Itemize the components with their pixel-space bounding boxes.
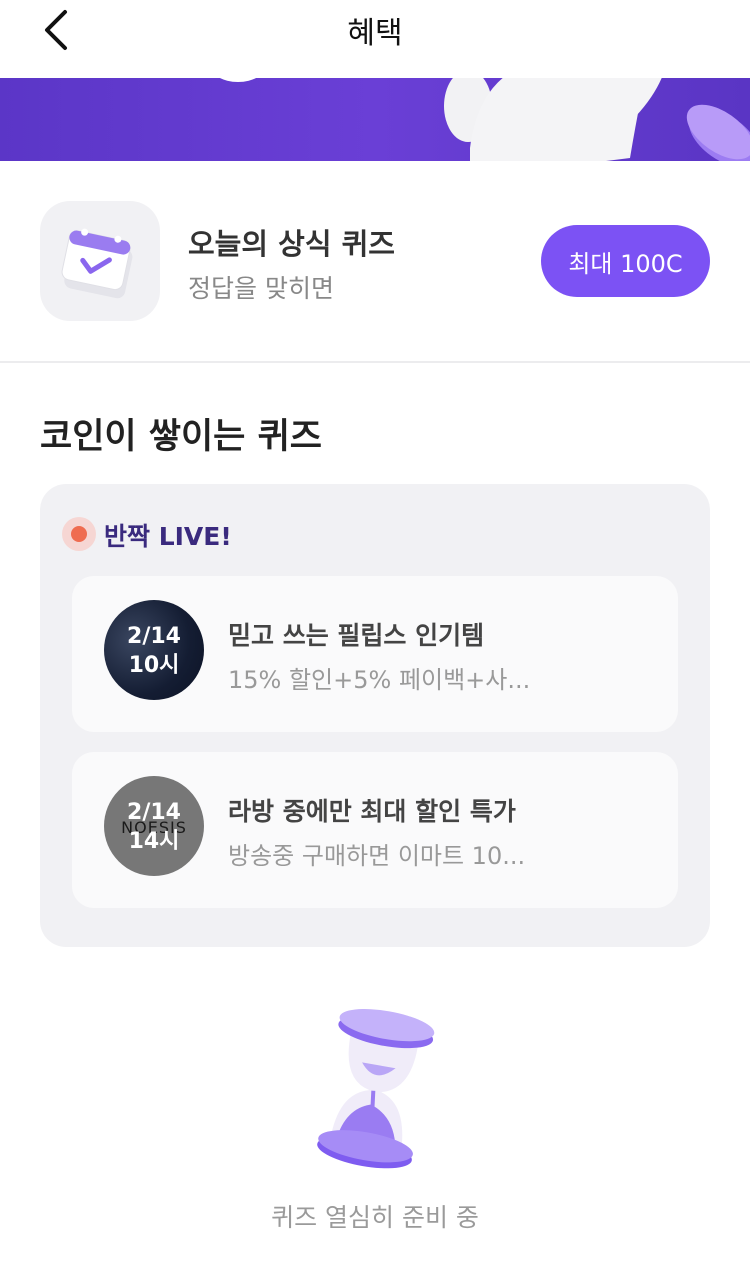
live-schedule: 2/14 14시 bbox=[104, 798, 204, 856]
coin-illustration bbox=[686, 104, 750, 161]
live-item-subtitle: 15% 할인+5% 페이백+사... bbox=[228, 666, 531, 694]
section-title: 코인이 쌓이는 퀴즈 bbox=[40, 417, 322, 457]
reward-button[interactable]: 최대 100C bbox=[541, 225, 710, 297]
banner-decoration bbox=[210, 78, 266, 82]
live-item-title: 믿고 쓰는 필립스 인기템 bbox=[228, 621, 485, 650]
live-time: 14시 bbox=[128, 829, 180, 854]
live-label: 반짝 LIVE! bbox=[104, 522, 232, 551]
live-item[interactable]: NOESIS 2/14 14시 라방 중에만 최대 할인 특가 방송중 구매하면… bbox=[72, 752, 678, 908]
live-item-title: 라방 중에만 최대 할인 특가 bbox=[228, 797, 516, 826]
live-date: 2/14 bbox=[127, 624, 181, 649]
live-item[interactable]: 2/14 10시 믿고 쓰는 필립스 인기템 15% 할인+5% 페이백+사..… bbox=[72, 576, 678, 732]
quiz-icon-container bbox=[40, 201, 160, 321]
live-indicator-icon bbox=[62, 517, 96, 551]
preparing-status-text: 퀴즈 열심히 준비 중 bbox=[271, 1203, 479, 1232]
live-date: 2/14 bbox=[127, 800, 181, 825]
live-time: 10시 bbox=[128, 653, 180, 678]
live-schedule: 2/14 10시 bbox=[104, 622, 204, 680]
live-item-subtitle: 방송중 구매하면 이마트 10... bbox=[228, 842, 526, 870]
daily-quiz-row[interactable]: 오늘의 상식 퀴즈 정답을 맞히면 최대 100C bbox=[0, 161, 750, 363]
live-dot bbox=[71, 526, 87, 542]
daily-quiz-title: 오늘의 상식 퀴즈 bbox=[188, 227, 395, 261]
daily-quiz-subtitle: 정답을 맞히면 bbox=[188, 274, 334, 303]
promo-banner[interactable] bbox=[0, 78, 750, 161]
live-thumbnail: NOESIS 2/14 14시 bbox=[104, 776, 204, 876]
live-quiz-panel: 반짝 LIVE! 2/14 10시 믿고 쓰는 필립스 인기템 15% 할인+5… bbox=[40, 484, 710, 947]
page-title: 혜택 bbox=[347, 16, 403, 51]
calendar-check-icon bbox=[61, 228, 133, 299]
mascot-illustration bbox=[444, 78, 662, 161]
top-header: 혜택 bbox=[0, 0, 750, 78]
live-thumbnail: 2/14 10시 bbox=[104, 600, 204, 700]
hourglass-icon bbox=[317, 1009, 435, 1169]
